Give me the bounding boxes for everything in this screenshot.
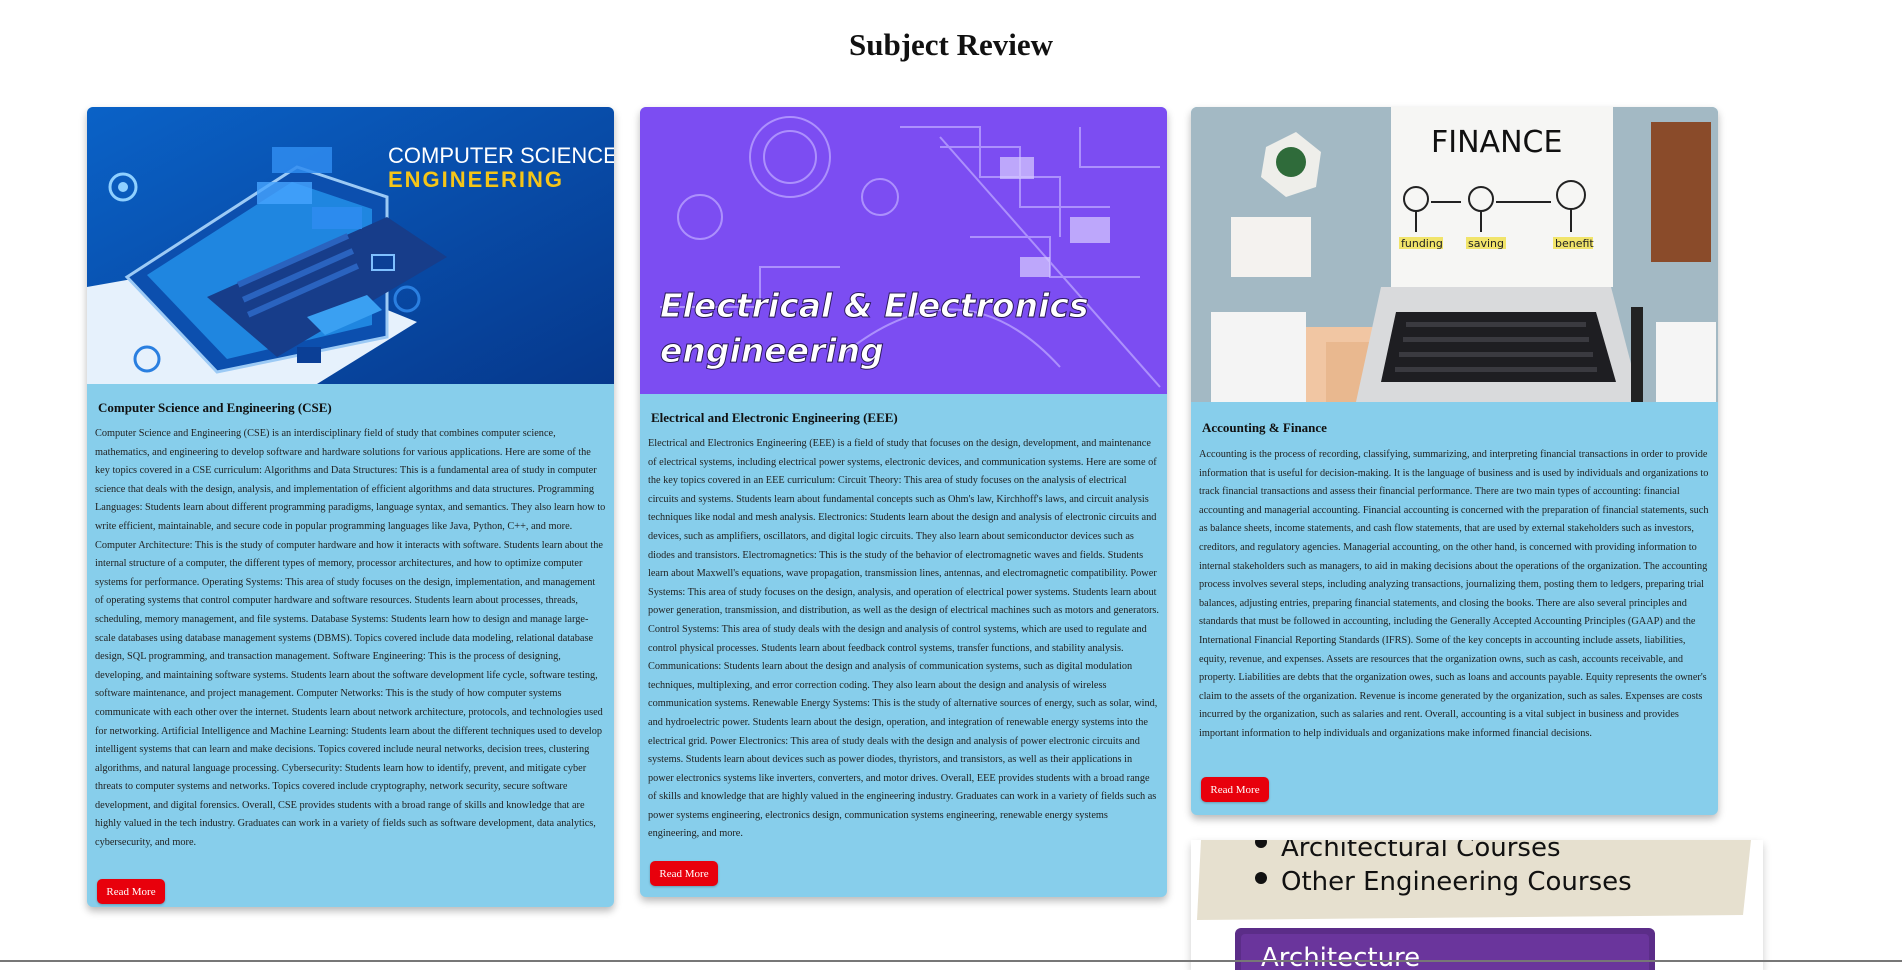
card-description: Computer Science and Engineering (CSE) i… — [95, 428, 606, 849]
page-title: Subject Review — [848, 27, 1054, 62]
eee-banner-line2: engineering — [660, 331, 884, 370]
course-list-item-architectural: Architectural Courses — [1281, 840, 1561, 863]
cse-banner-line2: ENGINEERING — [388, 167, 564, 192]
card-title: Accounting & Finance — [1202, 420, 1327, 435]
card-title: Computer Science and Engineering (CSE) — [98, 400, 332, 415]
card-description: Electrical and Electronics Engineering (… — [648, 438, 1159, 840]
card-title: Electrical and Electronic Engineering (E… — [651, 410, 898, 425]
finance-board-title: FINANCE — [1431, 125, 1562, 160]
finance-banner-image: FINANCE funding saving benefit — [1191, 107, 1718, 402]
architecture-label: Architecture — [1261, 943, 1420, 970]
cse-banner-image: COMPUTER SCIENCE ENGINEERING — [87, 107, 614, 384]
read-more-button-cse[interactable]: Read More — [97, 879, 165, 904]
read-more-button-accounting[interactable]: Read More — [1201, 777, 1269, 802]
read-more-button-eee[interactable]: Read More — [650, 861, 718, 886]
eee-banner-line1: Electrical & Electronics — [660, 286, 1089, 325]
card-architecture-partial: Architectural Courses Other Engineering … — [1191, 840, 1763, 970]
card-description: Accounting is the process of recording, … — [1199, 449, 1709, 739]
card-accounting: FINANCE funding saving benefit Accountin… — [1191, 107, 1718, 815]
finance-word-funding: funding — [1401, 237, 1443, 250]
eee-banner-image: Electrical & Electronics engineering — [640, 107, 1167, 394]
finance-word-benefit: benefit — [1555, 237, 1594, 250]
finance-word-saving: saving — [1468, 237, 1504, 250]
cse-banner-line1: COMPUTER SCIENCE — [388, 143, 614, 168]
course-list-item-other-engineering: Other Engineering Courses — [1281, 867, 1632, 897]
card-eee: Electrical & Electronics engineering Ele… — [640, 107, 1167, 897]
card-cse: COMPUTER SCIENCE ENGINEERING Computer Sc… — [87, 107, 614, 907]
